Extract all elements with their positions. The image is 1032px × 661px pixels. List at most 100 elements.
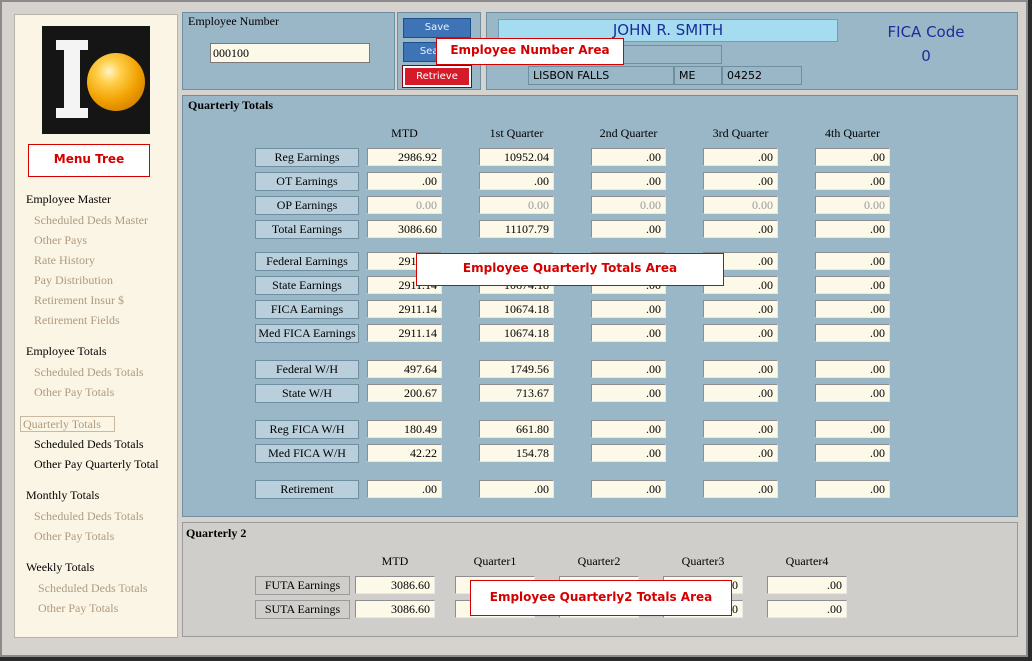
- value-field[interactable]: 180.49: [367, 420, 442, 438]
- value-field[interactable]: 497.64: [367, 360, 442, 378]
- employee-number-input[interactable]: [210, 43, 370, 63]
- value-field[interactable]: .00: [703, 420, 778, 438]
- column-header: MTD: [381, 554, 409, 568]
- value-field[interactable]: .00: [591, 172, 666, 190]
- tree-item[interactable]: Other Pay Quarterly Total: [34, 457, 159, 472]
- value-field[interactable]: .00: [815, 444, 890, 462]
- row-label: Med FICA W/H: [255, 444, 359, 463]
- value-field[interactable]: 0.00: [703, 196, 778, 214]
- value-field[interactable]: 154.78: [479, 444, 554, 462]
- value-field[interactable]: .00: [703, 480, 778, 498]
- value-field[interactable]: .00: [703, 360, 778, 378]
- value-field[interactable]: .00: [815, 420, 890, 438]
- column-header: Quarter2: [577, 554, 621, 568]
- tree-item[interactable]: Scheduled Deds Totals: [34, 509, 144, 524]
- value-field[interactable]: 713.67: [479, 384, 554, 402]
- fica-code-label: FICA Code: [887, 23, 965, 41]
- value-field[interactable]: .00: [591, 148, 666, 166]
- tree-item[interactable]: Retirement Fields: [34, 313, 120, 328]
- row-label: OP Earnings: [255, 196, 359, 215]
- value-field[interactable]: .00: [815, 172, 890, 190]
- row-label: Med FICA Earnings: [255, 324, 359, 343]
- value-field[interactable]: .00: [591, 360, 666, 378]
- tree-section-1[interactable]: Employee Totals: [26, 344, 107, 359]
- value-field[interactable]: .00: [591, 220, 666, 238]
- tree-item[interactable]: Other Pay Totals: [38, 601, 118, 616]
- value-field[interactable]: 2986.92: [367, 148, 442, 166]
- value-field[interactable]: .00: [591, 300, 666, 318]
- value-field[interactable]: .00: [367, 480, 442, 498]
- column-header: 4th Quarter: [825, 126, 880, 140]
- tree-section-2[interactable]: Quarterly Totals: [20, 416, 115, 432]
- value-field[interactable]: 3086.60: [355, 576, 435, 594]
- tree-section-3[interactable]: Monthly Totals: [26, 488, 99, 503]
- tree-section-4[interactable]: Weekly Totals: [26, 560, 94, 575]
- value-field[interactable]: .00: [591, 384, 666, 402]
- quarterly2-title: Quarterly 2: [186, 526, 247, 540]
- column-header: Quarter1: [473, 554, 517, 568]
- value-field[interactable]: 10952.04: [479, 148, 554, 166]
- tree-section-0[interactable]: Employee Master: [26, 192, 111, 207]
- value-field[interactable]: .00: [479, 172, 554, 190]
- tree-item[interactable]: Scheduled Deds Master: [34, 213, 148, 228]
- value-field[interactable]: 42.22: [367, 444, 442, 462]
- column-header: 3rd Quarter: [712, 126, 769, 140]
- value-field[interactable]: 200.67: [367, 384, 442, 402]
- value-field[interactable]: .00: [703, 384, 778, 402]
- value-field[interactable]: .00: [815, 276, 890, 294]
- value-field[interactable]: .00: [703, 220, 778, 238]
- value-field[interactable]: 661.80: [479, 420, 554, 438]
- application-window: Menu Tree Employee Master Scheduled Deds …: [0, 0, 1028, 657]
- save-button[interactable]: Save: [403, 18, 471, 38]
- value-field[interactable]: 1749.56: [479, 360, 554, 378]
- value-field[interactable]: 0.00: [591, 196, 666, 214]
- value-field[interactable]: .00: [815, 148, 890, 166]
- value-field[interactable]: .00: [815, 300, 890, 318]
- tree-item[interactable]: Scheduled Deds Totals: [38, 581, 148, 596]
- quarterly2-area-callout: Employee Quarterly2 Totals Area: [470, 580, 732, 616]
- quarterly-totals-area-callout: Employee Quarterly Totals Area: [416, 253, 724, 286]
- value-field[interactable]: .00: [591, 444, 666, 462]
- value-field[interactable]: .00: [703, 148, 778, 166]
- value-field[interactable]: .00: [815, 252, 890, 270]
- column-header: 1st Quarter: [489, 126, 544, 140]
- value-field[interactable]: .00: [815, 324, 890, 342]
- value-field[interactable]: .00: [703, 324, 778, 342]
- tree-item[interactable]: Retirement Insur $: [34, 293, 124, 308]
- value-field[interactable]: 2911.14: [367, 300, 442, 318]
- value-field[interactable]: .00: [767, 576, 847, 594]
- value-field[interactable]: 0.00: [367, 196, 442, 214]
- value-field[interactable]: 2911.14: [367, 324, 442, 342]
- value-field[interactable]: 0.00: [815, 196, 890, 214]
- tree-item[interactable]: Scheduled Deds Totals: [34, 365, 144, 380]
- value-field[interactable]: .00: [591, 480, 666, 498]
- value-field[interactable]: .00: [815, 384, 890, 402]
- retrieve-button[interactable]: Retrieve: [402, 65, 472, 88]
- value-field[interactable]: 10674.18: [479, 324, 554, 342]
- value-field[interactable]: .00: [767, 600, 847, 618]
- value-field[interactable]: .00: [815, 220, 890, 238]
- row-label: State Earnings: [255, 276, 359, 295]
- value-field[interactable]: .00: [815, 480, 890, 498]
- value-field[interactable]: .00: [591, 420, 666, 438]
- value-field[interactable]: .00: [815, 360, 890, 378]
- tree-item[interactable]: Other Pay Totals: [34, 529, 114, 544]
- value-field[interactable]: .00: [591, 324, 666, 342]
- value-field[interactable]: 0.00: [479, 196, 554, 214]
- value-field[interactable]: .00: [703, 172, 778, 190]
- tree-item[interactable]: Other Pay Totals: [34, 385, 114, 400]
- row-label: OT Earnings: [255, 172, 359, 191]
- value-field[interactable]: .00: [703, 444, 778, 462]
- tree-item[interactable]: Scheduled Deds Totals: [34, 437, 144, 452]
- value-field[interactable]: .00: [367, 172, 442, 190]
- value-field[interactable]: .00: [703, 300, 778, 318]
- tree-item[interactable]: Rate History: [34, 253, 95, 268]
- value-field[interactable]: 10674.18: [479, 300, 554, 318]
- value-field[interactable]: 3086.60: [355, 600, 435, 618]
- tree-item[interactable]: Pay Distribution: [34, 273, 113, 288]
- value-field[interactable]: .00: [479, 480, 554, 498]
- row-label: Reg Earnings: [255, 148, 359, 167]
- value-field[interactable]: 3086.60: [367, 220, 442, 238]
- tree-item[interactable]: Other Pays: [34, 233, 87, 248]
- value-field[interactable]: 11107.79: [479, 220, 554, 238]
